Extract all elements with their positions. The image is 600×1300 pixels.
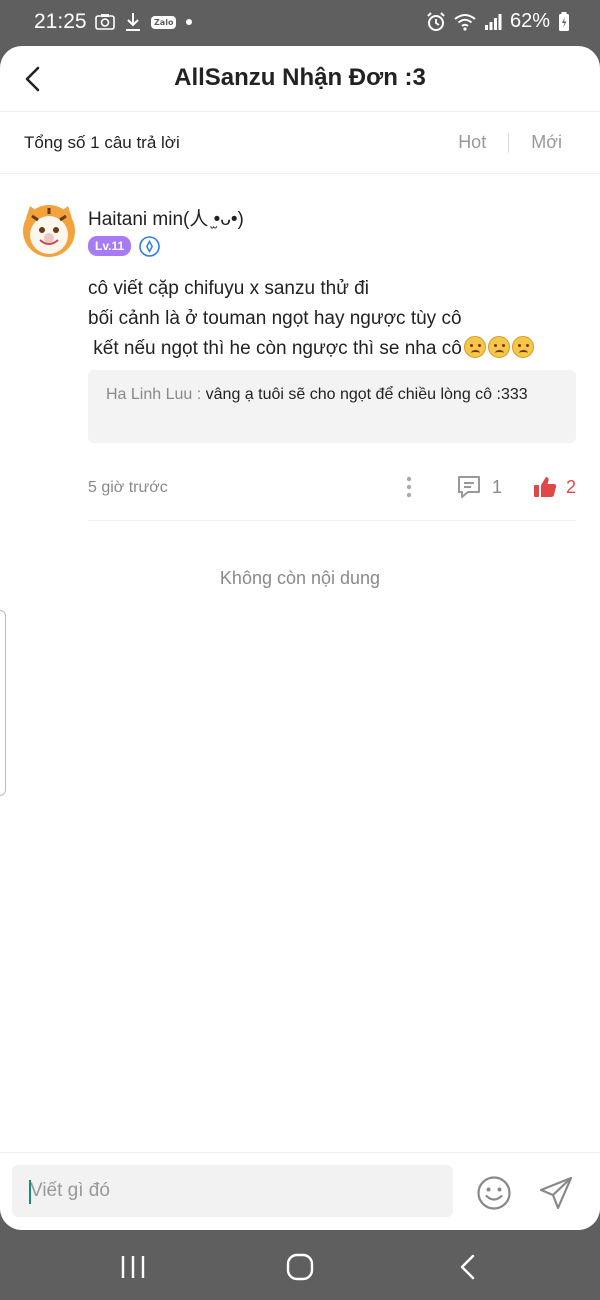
composer-bar	[0, 1152, 600, 1230]
alarm-icon	[427, 11, 445, 31]
pleading-face-emoji-icon	[487, 336, 510, 358]
status-bar: 21:25 Zalo 62%	[0, 0, 600, 46]
pleading-face-emoji-icon	[463, 336, 486, 358]
like-button[interactable]: 2	[532, 474, 576, 500]
comment-line: kết nếu ngọt thì he còn ngược thì se nha…	[88, 338, 462, 359]
nav-back-icon[interactable]	[454, 1252, 484, 1282]
like-icon	[534, 477, 557, 497]
like-count: 2	[566, 476, 577, 497]
camera-icon	[95, 14, 115, 30]
battery-icon	[559, 11, 569, 31]
level-badge: Lv.11	[88, 236, 132, 256]
reply-preview[interactable]: Ha Linh Luu : vâng ạ tuôi sẽ cho ngọt để…	[88, 370, 576, 443]
comment-icon	[458, 476, 480, 498]
verified-badge-icon	[139, 236, 160, 257]
battery-percent: 62%	[509, 10, 550, 32]
recents-icon[interactable]	[118, 1252, 148, 1282]
send-icon[interactable]	[538, 1175, 574, 1211]
system-nav-bar	[0, 1230, 600, 1300]
reply-button[interactable]: 1	[456, 474, 502, 500]
app-header: AllSanzu Nhận Đơn :3	[0, 46, 600, 112]
more-icon[interactable]	[402, 472, 416, 502]
comment-last-line: kết nếu ngọt thì he còn ngược thì se nha…	[88, 334, 534, 364]
sort-divider	[508, 132, 510, 153]
comment-divider	[88, 520, 576, 521]
wifi-icon	[454, 13, 476, 31]
comment-item: Haitani min(人 ̫•ᴗ•) Lv.11 cô viết cặp ch…	[0, 174, 600, 528]
notification-dot	[186, 19, 193, 25]
status-time: 21:25	[34, 10, 87, 33]
summary-bar: Tổng số 1 câu trả lời Hot Mới	[0, 112, 600, 174]
notification-icons: Zalo	[95, 12, 193, 32]
username[interactable]: Haitani min(人 ̫•ᴗ•)	[88, 204, 244, 231]
comment-input[interactable]	[12, 1165, 453, 1217]
reply-author: Ha Linh Luu :	[106, 386, 202, 403]
answer-count: Tổng số 1 câu trả lời	[24, 133, 180, 152]
reply-text: vâng ạ tuôi sẽ cho ngọt để chiều lòng cô…	[205, 386, 528, 403]
side-panel-handle[interactable]	[0, 610, 6, 796]
avatar[interactable]	[20, 200, 78, 258]
comments-screen: AllSanzu Nhận Đơn :3 Tổng số 1 câu trả l…	[0, 46, 600, 1230]
comment-line: cô viết cặp chifuyu x sanzu thử đi	[88, 278, 369, 299]
comment-time: 5 giờ trước	[88, 479, 168, 496]
emoji-icon[interactable]	[476, 1175, 512, 1211]
sort-hot-tab[interactable]: Hot	[458, 132, 486, 153]
page-title: AllSanzu Nhận Đơn :3	[174, 64, 426, 91]
signal-icon	[484, 13, 502, 30]
sort-new-tab[interactable]: Mới	[531, 132, 562, 153]
sort-tabs: Hot Mới	[458, 132, 562, 153]
comment-meta: 5 giờ trước 1 2	[88, 472, 576, 506]
home-icon[interactable]	[285, 1252, 315, 1282]
reply-count: 1	[492, 476, 503, 497]
text-caret	[29, 1180, 31, 1204]
comment-line: bối cảnh là ở touman ngọt hay ngược tùy …	[88, 308, 462, 329]
end-of-content-text: Không còn nội dung	[219, 568, 381, 588]
zalo-icon: Zalo	[151, 15, 177, 29]
system-icons: 62%	[426, 10, 570, 33]
comment-body: cô viết cặp chifuyu x sanzu thử đi bối cả…	[88, 274, 534, 364]
download-icon	[126, 13, 140, 31]
pleading-face-emoji-icon	[511, 336, 534, 358]
